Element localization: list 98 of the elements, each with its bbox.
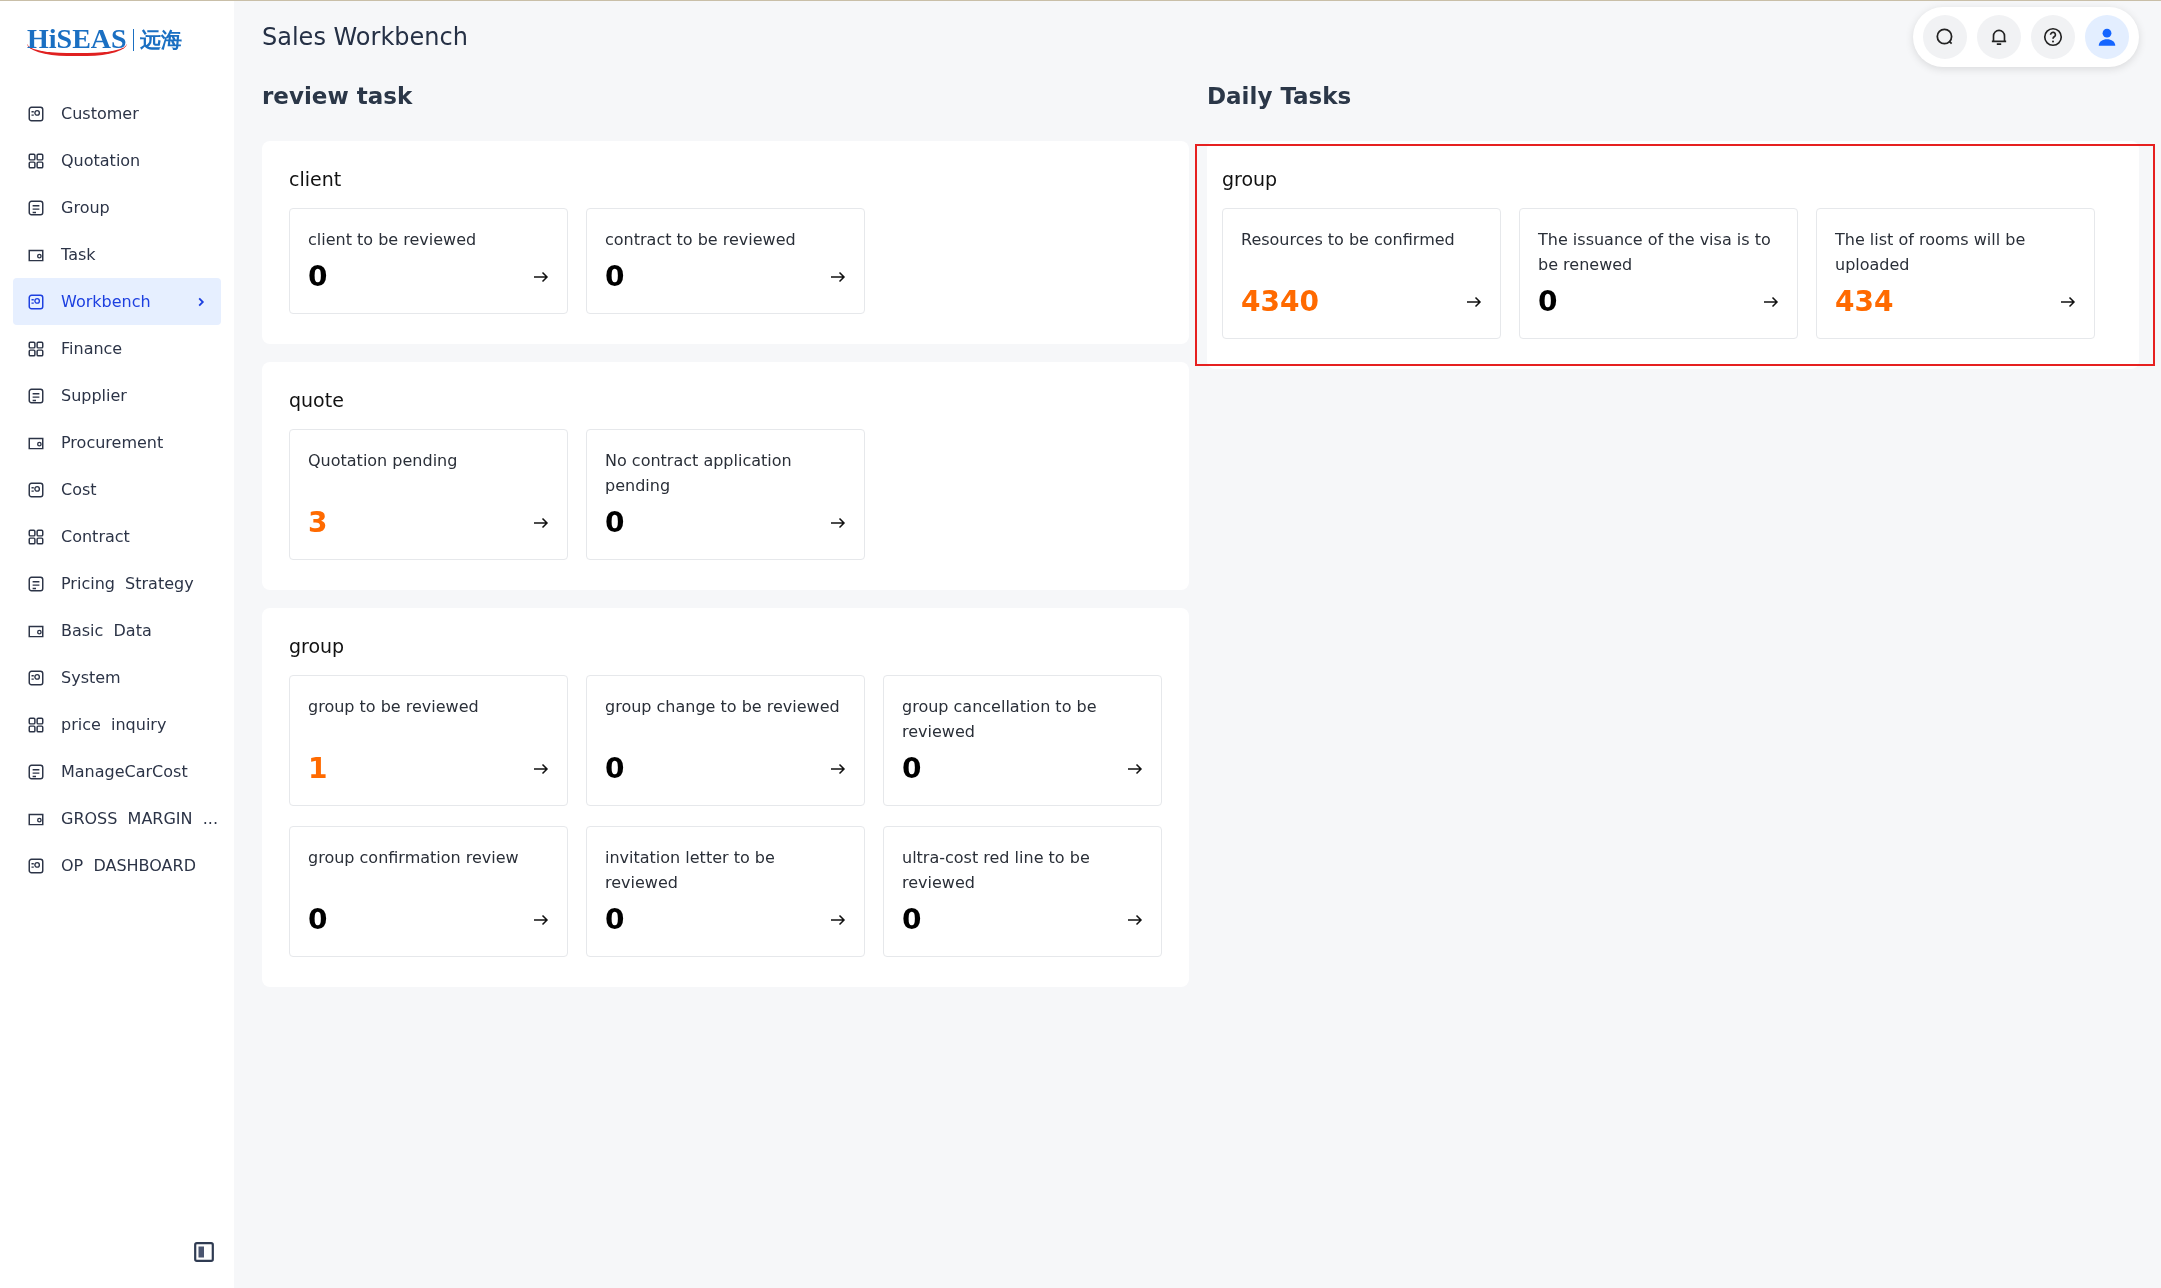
menu-item-icon	[27, 856, 45, 875]
task-label: group change to be reviewed	[605, 696, 841, 718]
arrow-right-icon[interactable]	[1127, 762, 1143, 775]
sidebar-item[interactable]: Quotation	[13, 137, 221, 184]
help-button[interactable]	[2031, 15, 2075, 59]
panel-title: quote	[289, 389, 345, 411]
task-label: Quotation pending	[308, 450, 459, 472]
task-count: 0	[902, 903, 922, 936]
arrow-right-icon[interactable]	[1127, 913, 1143, 926]
sidebar-item[interactable]: Customer	[13, 90, 221, 137]
sidebar-item[interactable]: System	[13, 654, 221, 701]
task-count: 0	[308, 903, 328, 936]
sidebar-item[interactable]: Task	[13, 231, 221, 278]
task-count: 0	[605, 506, 625, 539]
sidebar-item[interactable]: Contract	[13, 513, 221, 560]
panel-title: group	[289, 635, 346, 657]
sidebar-item[interactable]: Pricing Strategy	[13, 560, 221, 607]
logo-chinese: 远海	[139, 27, 182, 54]
arrow-right-icon[interactable]	[830, 270, 846, 283]
menu-item-icon	[27, 715, 45, 734]
sidebar-item[interactable]: Group	[13, 184, 221, 231]
sidebar-item[interactable]: GROSS MARGIN ...	[13, 795, 221, 842]
task-count: 4340	[1241, 285, 1319, 318]
task-count: 0	[605, 752, 625, 785]
task-label: ultra-cost red line to be reviewed	[902, 847, 1091, 894]
menu-item-icon	[27, 527, 45, 546]
task-card[interactable]: contract to be reviewed 0	[586, 208, 865, 314]
task-label: The list of rooms will be uploaded	[1835, 229, 2027, 276]
user-avatar-button[interactable]	[2085, 15, 2129, 59]
task-card[interactable]: group cancellation to be reviewed 0	[883, 675, 1162, 806]
task-label: invitation letter to be reviewed	[605, 847, 776, 894]
menu-item-icon	[27, 386, 45, 405]
section-title: review task	[262, 83, 414, 111]
arrow-right-icon[interactable]	[533, 913, 549, 926]
arrow-right-icon[interactable]	[830, 913, 846, 926]
arrow-right-icon[interactable]	[533, 762, 549, 775]
sidebar-toggle-icon[interactable]	[193, 1241, 215, 1263]
task-card[interactable]: ultra-cost red line to be reviewed 0	[883, 826, 1162, 957]
task-card[interactable]: invitation letter to be reviewed 0	[586, 826, 865, 957]
arrow-right-icon[interactable]	[830, 762, 846, 775]
section-title: Daily Tasks	[1207, 83, 1353, 111]
task-count: 1	[308, 752, 328, 785]
help-icon	[2042, 26, 2064, 48]
task-label: The issuance of the visa is to be renewed	[1538, 229, 1772, 276]
arrow-right-icon[interactable]	[1466, 295, 1482, 308]
menu-item-icon	[27, 762, 45, 781]
page-title: Sales Workbench	[262, 23, 468, 51]
sidebar-item[interactable]: Workbench	[13, 278, 221, 325]
task-label: No contract application pending	[605, 450, 793, 497]
sidebar-item[interactable]: price inquiry	[13, 701, 221, 748]
menu-item-icon	[27, 151, 45, 170]
sidebar-item[interactable]: Finance	[13, 325, 221, 372]
task-count: 0	[605, 903, 625, 936]
task-label: group to be reviewed	[308, 696, 480, 718]
menu-item-icon	[27, 198, 45, 217]
task-label: group cancellation to be reviewed	[902, 696, 1098, 743]
task-label: group confirmation review	[308, 847, 520, 869]
task-count: 0	[308, 260, 328, 293]
search-button[interactable]	[1923, 15, 1967, 59]
menu-item-icon	[27, 480, 45, 499]
menu-item-icon	[27, 668, 45, 687]
panel-title: group	[1222, 168, 1279, 190]
arrow-right-icon[interactable]	[1763, 295, 1779, 308]
sidebar-item[interactable]: Supplier	[13, 372, 221, 419]
task-count: 0	[1538, 285, 1558, 318]
menu-item-icon	[27, 574, 45, 593]
sidebar-item[interactable]: Basic Data	[13, 607, 221, 654]
sidebar-item[interactable]: ManageCarCost	[13, 748, 221, 795]
task-count: 3	[308, 506, 328, 539]
task-label: client to be reviewed	[308, 229, 478, 251]
task-card[interactable]: group change to be reviewed 0	[586, 675, 865, 806]
task-card[interactable]: The list of rooms will be uploaded 434	[1816, 208, 2095, 339]
sidebar-item[interactable]: Cost	[13, 466, 221, 513]
task-card[interactable]: Quotation pending 3	[289, 429, 568, 560]
notification-button[interactable]	[1977, 15, 2021, 59]
menu-item-icon	[27, 104, 45, 123]
task-count: 434	[1835, 285, 1894, 318]
task-card[interactable]: client to be reviewed 0	[289, 208, 568, 314]
task-card[interactable]: group confirmation review 0	[289, 826, 568, 957]
task-card[interactable]: The issuance of the visa is to be renewed 0	[1519, 208, 1798, 339]
task-card[interactable]: Resources to be confirmed 4340	[1222, 208, 1501, 339]
arrow-right-icon[interactable]	[533, 270, 549, 283]
task-card[interactable]: No contract application pending 0	[586, 429, 865, 560]
arrow-right-icon[interactable]	[830, 516, 846, 529]
task-count: 0	[902, 752, 922, 785]
menu-item-icon	[27, 339, 45, 358]
panel-title: client	[289, 168, 343, 190]
arrow-right-icon[interactable]	[2060, 295, 2076, 308]
menu-item-icon	[27, 292, 45, 311]
sidebar-item[interactable]: Procurement	[13, 419, 221, 466]
logo-brand: HiSEAS	[27, 24, 127, 56]
task-count: 0	[605, 260, 625, 293]
task-label: Resources to be confirmed	[1241, 229, 1456, 251]
task-card[interactable]: group to be reviewed 1	[289, 675, 568, 806]
sidebar-item[interactable]: OP DASHBOARD	[13, 842, 221, 889]
user-icon	[2096, 26, 2118, 48]
arrow-right-icon[interactable]	[533, 516, 549, 529]
task-label: contract to be reviewed	[605, 229, 797, 251]
